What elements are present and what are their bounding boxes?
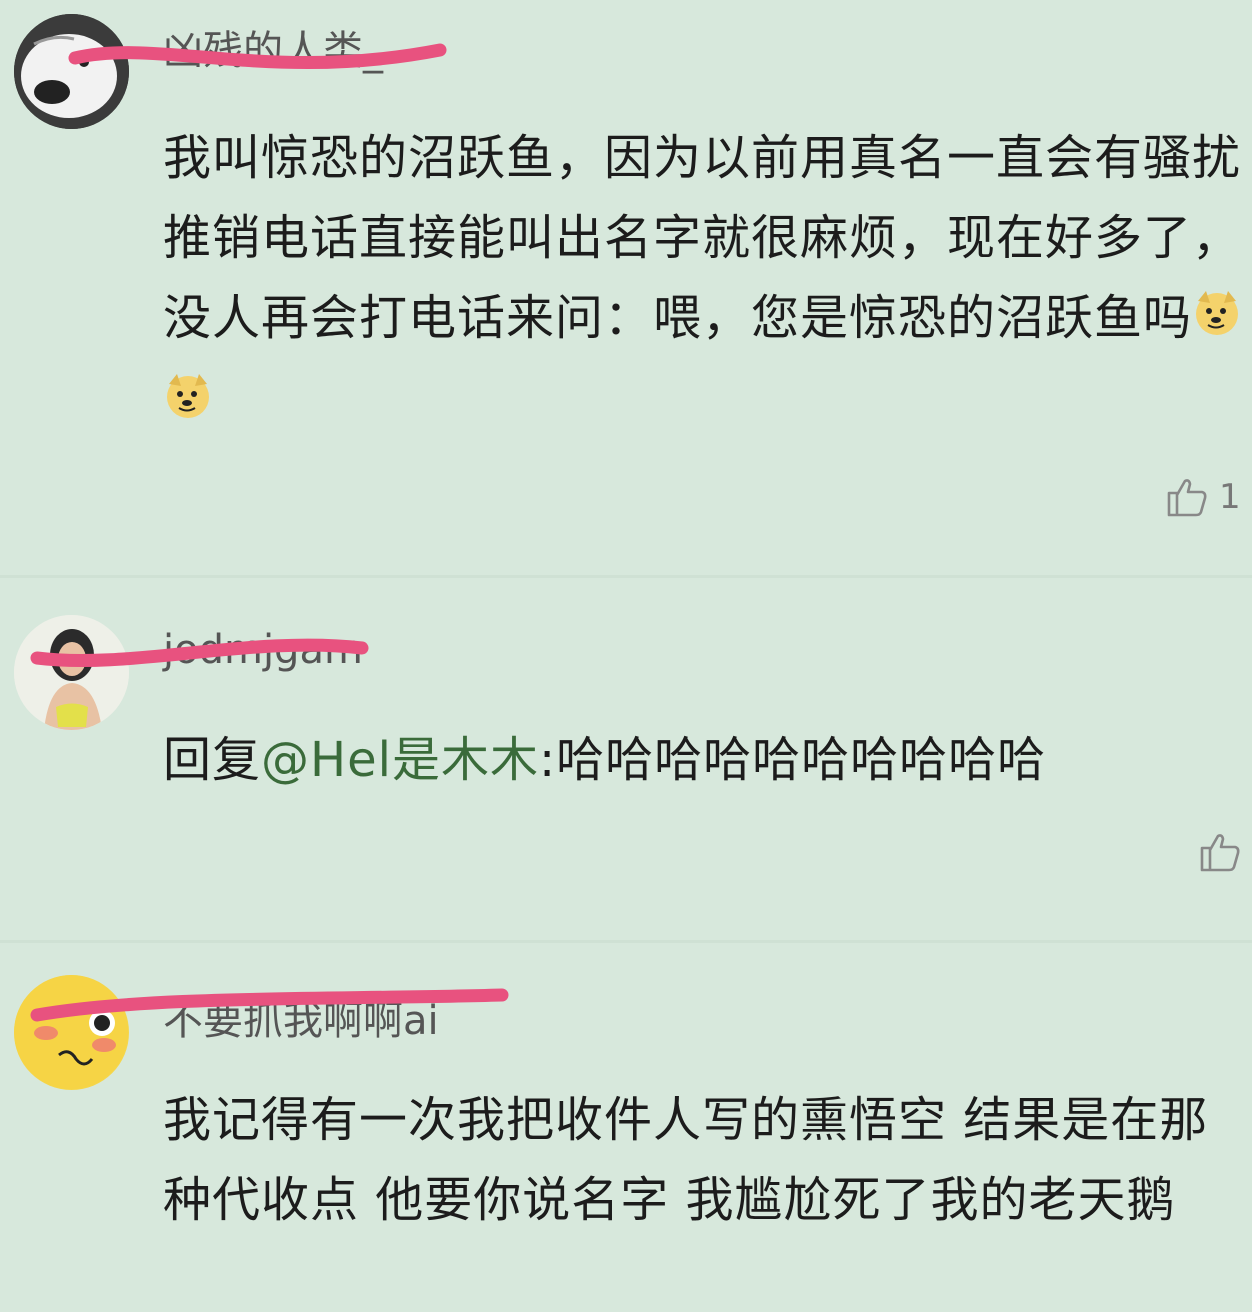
thumbs-up-icon: [1167, 479, 1207, 517]
comment-text: 回复@Hel是木木:哈哈哈哈哈哈哈哈哈哈: [163, 720, 1243, 800]
reply-prefix: 回复: [163, 732, 262, 788]
comment-list: 凶残的人类_ 我叫惊恐的沼跃鱼，因为以前用真名一直会有骚扰推销电话直接能叫出名字…: [0, 0, 1252, 1312]
comment-text: 我叫惊恐的沼跃鱼，因为以前用真名一直会有骚扰推销电话直接能叫出名字就很麻烦，现在…: [163, 118, 1243, 444]
redaction-scribble: [68, 43, 447, 70]
comment-text: 我记得有一次我把收件人写的熏悟空 结果是在那种代收点 他要你说名字 我尴尬死了我…: [163, 1092, 1209, 1228]
comment-item: 凶残的人类_ 我叫惊恐的沼跃鱼，因为以前用真名一直会有骚扰推销电话直接能叫出名字…: [0, 0, 1252, 575]
like-button[interactable]: [1198, 830, 1252, 874]
mention-link[interactable]: @Hel是木木: [261, 732, 539, 788]
doge-emoji-icon: [1192, 281, 1242, 361]
comment-item: jodmjgam 回复@Hel是木木:哈哈哈哈哈哈哈哈哈哈: [0, 575, 1252, 940]
thumbs-up-icon: [1200, 834, 1240, 872]
reply-text: :哈哈哈哈哈哈哈哈哈哈: [538, 732, 1047, 788]
doge-emoji-icon: [163, 364, 213, 444]
redaction-scribble: [30, 638, 369, 668]
comment-item: 不要抓我啊啊ai 我记得有一次我把收件人写的熏悟空 结果是在那种代收点 他要你说…: [0, 940, 1252, 1312]
like-count: 1: [1219, 477, 1241, 517]
like-button[interactable]: 1: [1165, 475, 1241, 519]
redaction-scribble: [30, 988, 509, 1022]
